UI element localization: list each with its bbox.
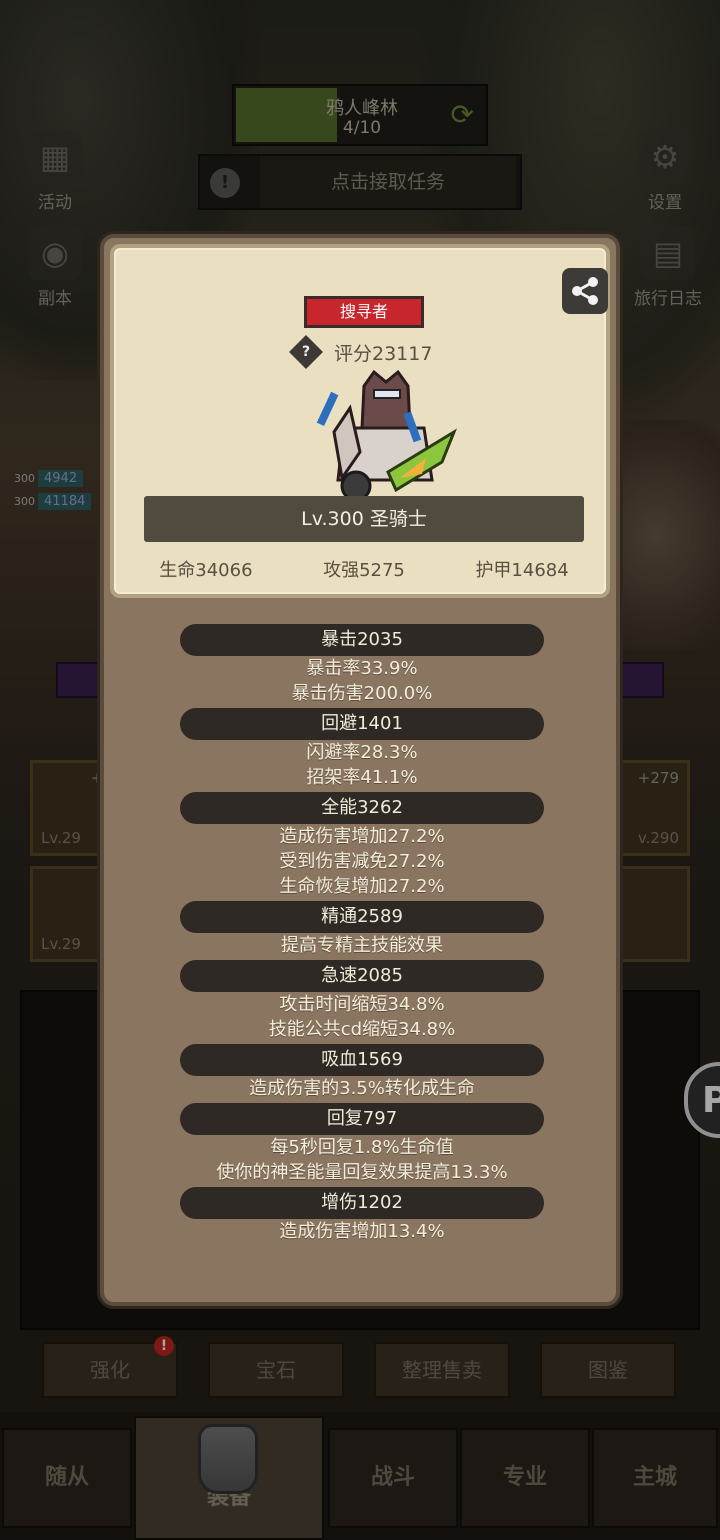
level-class-bar: Lv.300 圣骑士	[144, 496, 584, 542]
stat-line: 暴击伤害200.0%	[291, 683, 433, 704]
stat-line: 造成伤害增加27.2%	[279, 826, 445, 847]
score-row: ? 评分23117	[289, 335, 433, 369]
character-card: 搜寻者 ? 评分23117 Lv.300 圣骑士 生命34066 攻强5275 …	[110, 244, 610, 598]
stat-attack: 攻强5275	[323, 560, 405, 581]
stat-line: 暴击率33.9%	[306, 658, 418, 679]
stat-section-header: 吸血1569	[180, 1044, 544, 1076]
stat-line: 提高专精主技能效果	[281, 935, 443, 956]
stat-section-header: 回避1401	[180, 708, 544, 740]
help-icon[interactable]: ?	[289, 335, 323, 369]
stat-section-header: 增伤1202	[180, 1187, 544, 1219]
stat-line: 招架率41.1%	[306, 767, 418, 788]
score-value: 评分23117	[334, 342, 433, 365]
character-stats-modal: 搜寻者 ? 评分23117 Lv.300 圣骑士 生命34066 攻强5275 …	[100, 234, 620, 1306]
stat-armor: 护甲14684	[475, 560, 569, 581]
share-button[interactable]	[562, 268, 608, 314]
core-stats: 生命34066 攻强5275 护甲14684	[114, 556, 614, 582]
stat-line: 使你的神圣能量回复效果提高13.3%	[216, 1162, 508, 1183]
stat-line: 造成伤害的3.5%转化成生命	[249, 1078, 475, 1099]
stat-line: 每5秒回复1.8%生命值	[270, 1137, 454, 1158]
stat-section-header: 精通2589	[180, 901, 544, 933]
stat-line: 技能公共cd缩短34.8%	[268, 1019, 456, 1040]
stat-section-header: 回复797	[180, 1103, 544, 1135]
stat-hp: 生命34066	[159, 560, 253, 581]
detail-stats: 暴击2035 暴击率33.9% 暴击伤害200.0% 回避1401 闪避率28.…	[180, 622, 544, 1244]
stat-line: 生命恢复增加27.2%	[279, 876, 445, 897]
stat-line: 造成伤害增加13.4%	[279, 1221, 445, 1242]
stat-line: 闪避率28.3%	[306, 742, 418, 763]
character-avatar	[316, 369, 458, 502]
stat-line: 攻击时间缩短34.8%	[279, 994, 445, 1015]
share-icon	[572, 277, 598, 305]
stat-section-header: 急速2085	[180, 960, 544, 992]
stat-line: 受到伤害减免27.2%	[279, 851, 445, 872]
title-badge: 搜寻者	[304, 296, 424, 328]
stat-section-header: 暴击2035	[180, 624, 544, 656]
stat-section-header: 全能3262	[180, 792, 544, 824]
